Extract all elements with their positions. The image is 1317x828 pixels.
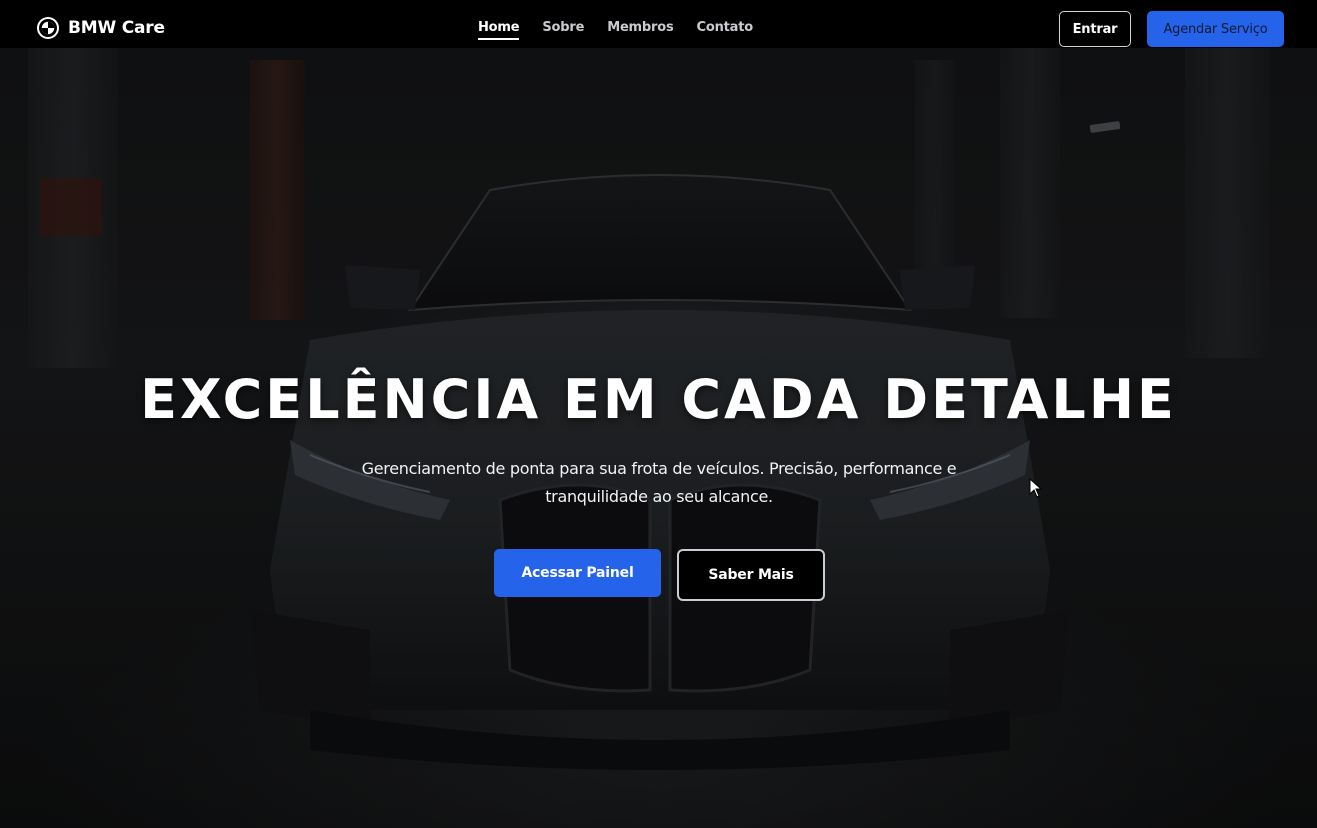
- top-navbar: BMW Care Home Sobre Membros Contato Entr…: [0, 0, 1317, 48]
- nav-links: Home Sobre Membros Contato: [478, 20, 753, 40]
- brand-link[interactable]: BMW Care: [36, 16, 165, 40]
- nav-link-home[interactable]: Home: [478, 20, 520, 40]
- hero-title: EXCELÊNCIA EM CADA DETALHE: [140, 368, 1177, 431]
- learn-more-button[interactable]: Saber Mais: [677, 549, 825, 601]
- hero-subtitle: Gerenciamento de ponta para sua frota de…: [361, 459, 957, 506]
- schedule-service-button[interactable]: Agendar Serviço: [1147, 11, 1284, 47]
- mouse-pointer-icon: [1029, 477, 1043, 498]
- brand-name: BMW Care: [68, 18, 165, 38]
- nav-link-contato[interactable]: Contato: [697, 20, 754, 40]
- access-dashboard-button[interactable]: Acessar Painel: [494, 549, 661, 597]
- nav-link-membros[interactable]: Membros: [607, 20, 673, 40]
- login-button[interactable]: Entrar: [1059, 11, 1131, 47]
- nav-link-sobre[interactable]: Sobre: [542, 20, 584, 40]
- bmw-roundel-icon: [36, 16, 60, 40]
